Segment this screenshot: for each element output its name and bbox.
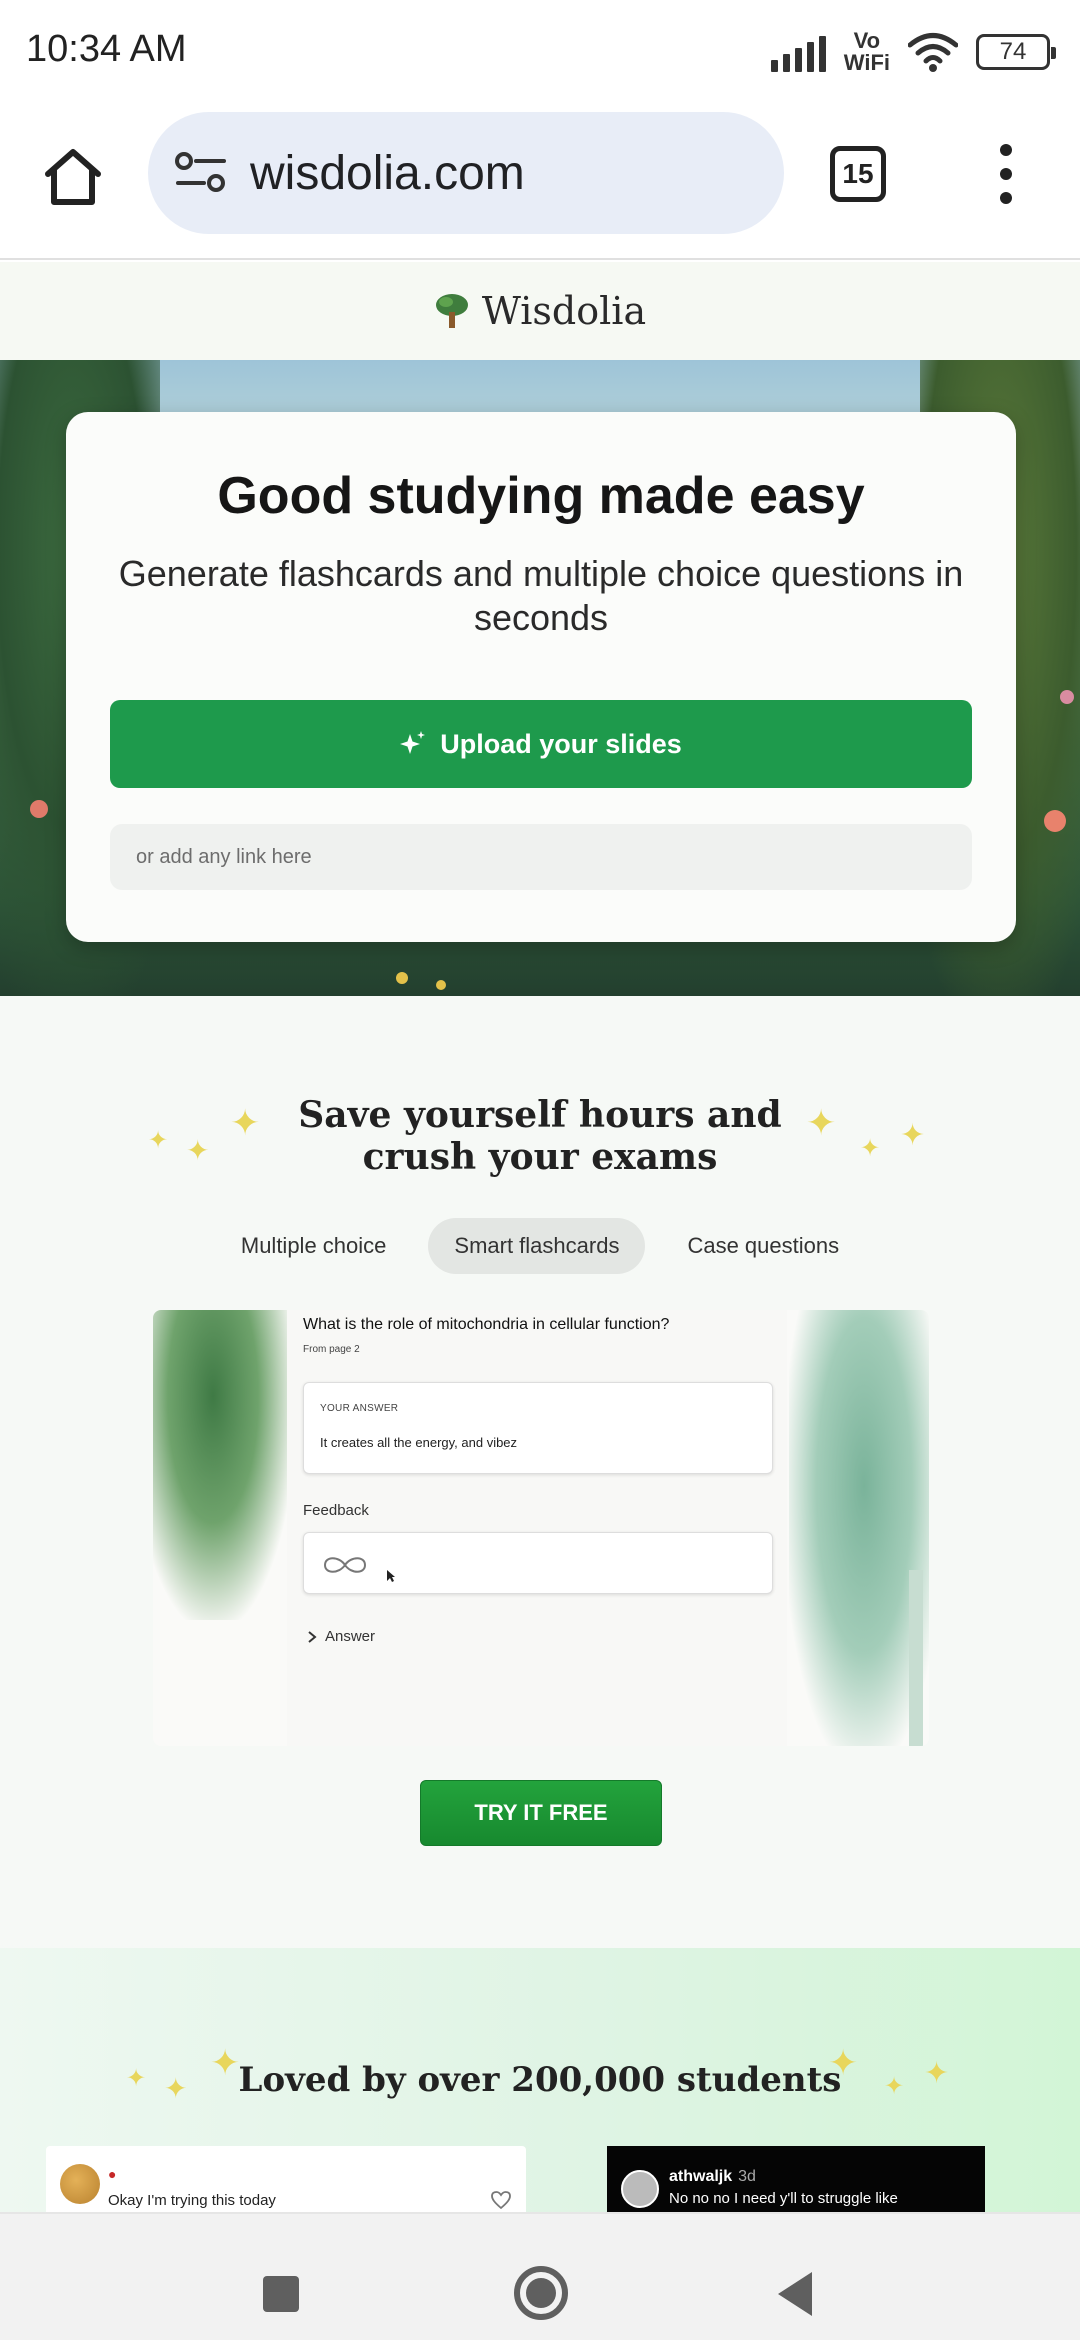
- features-title-line1: Save yourself hours and: [298, 1094, 782, 1136]
- testimonial-card: athwaljk 3d No no no I need y'll to strug…: [607, 2146, 985, 2212]
- wifi-icon: [908, 33, 958, 72]
- avatar: [60, 2164, 100, 2204]
- demo-bg-foliage-right: [789, 1310, 929, 1746]
- sparkle-icon: [400, 731, 426, 754]
- site-logo[interactable]: Wisdolia: [482, 289, 646, 333]
- hero-title: Good studying made easy: [217, 467, 865, 525]
- infinity-loading-icon: [323, 1557, 367, 1573]
- vowifi-bottom: WiFi: [843, 50, 890, 75]
- answer-toggle[interactable]: Answer: [307, 1628, 375, 1645]
- your-answer-box: YOUR ANSWER It creates all the energy, a…: [303, 1382, 773, 1474]
- hero-section: Good studying made easy Generate flashca…: [0, 360, 1080, 996]
- feedback-box: [303, 1532, 773, 1594]
- demo-bg-trunk: [909, 1570, 923, 1746]
- demo-question: What is the role of mitochondria in cell…: [303, 1316, 670, 1333]
- testimonials-section: ✦ ✦ ✦ ✦ ✦ ✦ Loved by over 200,000 studen…: [0, 1948, 1080, 2212]
- your-answer-label: YOUR ANSWER: [320, 1403, 399, 1414]
- address-bar[interactable]: wisdolia.com: [148, 112, 784, 234]
- testimonial-text: Okay I'm trying this today: [108, 2192, 276, 2209]
- avatar: [621, 2170, 659, 2208]
- link-input[interactable]: [110, 824, 972, 890]
- status-icons: Vo WiFi 74: [770, 30, 1056, 74]
- recents-button[interactable]: [263, 2276, 299, 2312]
- testimonial-age: 3d: [738, 2168, 756, 2185]
- home-icon[interactable]: [40, 144, 106, 210]
- testimonials-title: Loved by over 200,000 students: [238, 2060, 842, 2100]
- status-time: 10:34 AM: [26, 28, 187, 70]
- try-it-free-button[interactable]: TRY IT FREE: [420, 1780, 662, 1846]
- answer-toggle-label: Answer: [325, 1628, 376, 1645]
- system-nav-bar: [0, 2212, 1080, 2340]
- demo-card: What is the role of mitochondria in cell…: [287, 1310, 787, 1746]
- tab-switcher-button[interactable]: 15: [830, 146, 886, 202]
- testimonial-username: athwaljk: [669, 2168, 733, 2185]
- features-section: ✦ ✦ ✦ ✦ ✦ ✦ Save yourself hours and crus…: [0, 996, 1080, 1948]
- feature-tabs: Multiple choice Smart flashcards Case qu…: [0, 1218, 1080, 1274]
- testimonial-user: athwaljk 3d: [669, 2168, 756, 2186]
- features-title-line2: crush your exams: [362, 1136, 718, 1178]
- hero-bg-flower: [1044, 810, 1066, 832]
- demo-page-ref: From page 2: [303, 1344, 360, 1355]
- feedback-label: Feedback: [303, 1502, 369, 1519]
- testimonial-card: ● Okay I'm trying this today: [46, 2146, 526, 2212]
- home-nav-button[interactable]: [514, 2266, 568, 2320]
- hero-subtitle: Generate flashcards and multiple choice …: [118, 553, 964, 638]
- status-bar: 10:34 AM Vo WiFi 74: [0, 0, 1080, 108]
- upload-slides-label: Upload your slides: [440, 728, 682, 759]
- tab-smart-flashcards[interactable]: Smart flashcards: [428, 1218, 646, 1274]
- cursor-icon: [387, 1570, 395, 1582]
- demo-bg-foliage-left: [153, 1310, 293, 1620]
- hero-bg-flower: [30, 800, 48, 818]
- your-answer-text: It creates all the energy, and vibez: [320, 1435, 518, 1450]
- hero-bg-flower: [436, 980, 446, 990]
- upload-slides-button[interactable]: Upload your slides: [110, 700, 972, 788]
- vowifi-top: Vo: [853, 28, 881, 53]
- site-header: Wisdolia: [0, 262, 1080, 360]
- tab-multiple-choice[interactable]: Multiple choice: [215, 1218, 413, 1274]
- browser-toolbar: wisdolia.com 15: [0, 108, 1080, 260]
- hero-card: Good studying made easy Generate flashca…: [66, 412, 1016, 942]
- hero-bg-flower: [396, 972, 408, 984]
- url-text: wisdolia.com: [250, 146, 525, 200]
- features-title: Save yourself hours and crush your exams: [0, 1094, 1080, 1178]
- heart-icon[interactable]: [490, 2190, 512, 2210]
- tree-logo-icon: [435, 294, 468, 328]
- battery-icon: 74: [976, 34, 1056, 70]
- vowifi-indicator: Vo WiFi: [844, 30, 890, 74]
- signal-icon: [770, 32, 826, 72]
- back-button[interactable]: [778, 2272, 812, 2316]
- more-menu-icon[interactable]: [988, 144, 1024, 204]
- flashcard-demo: What is the role of mitochondria in cell…: [153, 1310, 929, 1746]
- testimonial-text: No no no I need y'll to struggle like: [669, 2190, 898, 2207]
- site-settings-icon[interactable]: [174, 151, 228, 195]
- tab-case-questions[interactable]: Case questions: [661, 1218, 865, 1274]
- strawberry-icon: ●: [108, 2166, 117, 2182]
- chevron-right-icon: [308, 1630, 317, 1643]
- hero-bg-flower: [1060, 690, 1074, 704]
